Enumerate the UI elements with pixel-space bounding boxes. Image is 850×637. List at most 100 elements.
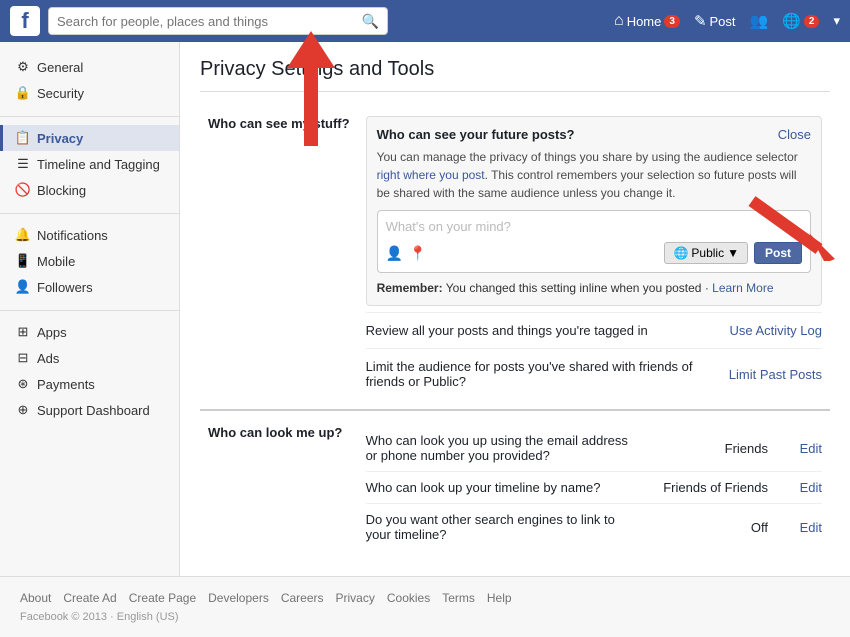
dropdown-icon [833,13,840,29]
section1-content: Who can see your future posts? Close You… [358,106,830,410]
section1-row: Who can see my stuff? [200,106,830,410]
main-container: ⚙ General 🔒 Security 📋 Privacy ☰ Timelin… [0,42,850,576]
audience-selector-button[interactable]: 🌐 Public ▼ [664,242,748,264]
tag-icon: 👤 [386,245,403,262]
sidebar-item-notifications[interactable]: 🔔 Notifications [0,222,179,248]
who-row-name-val: Friends of Friends [648,480,768,495]
post-button[interactable]: Post [694,12,736,30]
home-badge: 3 [664,15,680,28]
sidebar-item-support[interactable]: ⊕ Support Dashboard [0,397,179,423]
sidebar-label-mobile: Mobile [37,254,75,269]
composer-placeholder: What's on your mind? [386,219,802,234]
sidebar-item-timeline[interactable]: ☰ Timeline and Tagging [0,151,179,177]
bell-icon: 🔔 [15,227,31,243]
sidebar-label-support: Support Dashboard [37,403,150,418]
review-row-limit: Limit the audience for posts you've shar… [366,348,822,399]
sidebar-group-apps: ⊞ Apps ⊟ Ads ⊛ Payments ⊕ Support Dashbo… [0,319,179,423]
sidebar-label-security: Security [37,86,84,101]
top-navigation: f 🔍 Home 3 Post 2 [0,0,850,42]
sidebar-item-payments[interactable]: ⊛ Payments [0,371,179,397]
remember-body: You changed this setting inline when you… [446,281,712,295]
ads-icon: ⊟ [15,350,31,366]
globe-small-icon: 🌐 [673,246,688,260]
globe-button[interactable]: 2 [782,12,819,30]
who-row-email: Who can look you up using the email addr… [366,425,822,471]
content-area: Privacy Settings and Tools Who can see m… [180,42,850,576]
sidebar-item-ads[interactable]: ⊟ Ads [0,345,179,371]
learn-more-link[interactable]: Learn More [712,281,773,295]
sidebar-label-ads: Ads [37,351,59,366]
footer-terms[interactable]: Terms [442,591,475,605]
sidebar-item-blocking[interactable]: 🚫 Blocking [0,177,179,203]
sidebar-item-general[interactable]: ⚙ General [0,54,179,80]
sidebar-label-payments: Payments [37,377,95,392]
mobile-icon: 📱 [15,253,31,269]
section2-row: Who can look me up? Who can look you up … [200,410,830,560]
right-where-link[interactable]: right where you post [377,168,485,182]
close-link[interactable]: Close [778,127,811,142]
dropdown-arrow[interactable] [833,13,840,29]
red-arrow-up [271,26,351,156]
sidebar-group-account: ⚙ General 🔒 Security [0,54,179,106]
sidebar-item-apps[interactable]: ⊞ Apps [0,319,179,345]
who-row-search-edit[interactable]: Edit [794,520,822,535]
composer-icons: 👤 📍 [386,245,427,262]
who-row-name: Who can look up your timeline by name? F… [366,471,822,503]
who-row-name-edit[interactable]: Edit [794,480,822,495]
sidebar-item-mobile[interactable]: 📱 Mobile [0,248,179,274]
footer-about[interactable]: About [20,591,51,605]
limit-past-posts-link[interactable]: Limit Past Posts [729,367,822,382]
sidebar-group-privacy: 📋 Privacy ☰ Timeline and Tagging 🚫 Block… [0,125,179,203]
red-arrow-right [747,191,837,261]
footer-createad[interactable]: Create Ad [63,591,116,605]
sidebar-item-followers[interactable]: 👤 Followers [0,274,179,300]
sidebar-group-notifications: 🔔 Notifications 📱 Mobile 👤 Followers [0,222,179,300]
footer: About Create Ad Create Page Developers C… [0,576,850,637]
sidebar-label-privacy: Privacy [37,131,83,146]
globe-badge: 2 [804,15,820,28]
support-icon: ⊕ [15,402,31,418]
footer-help[interactable]: Help [487,591,512,605]
footer-developers[interactable]: Developers [208,591,269,605]
facebook-logo[interactable]: f [10,6,40,36]
who-row-name-q: Who can look up your timeline by name? [366,480,642,495]
section2-label: Who can look me up? [200,410,358,560]
search-icon: 🔍 [362,13,379,30]
footer-links: About Create Ad Create Page Developers C… [20,591,830,605]
footer-careers[interactable]: Careers [281,591,324,605]
sidebar-item-security[interactable]: 🔒 Security [0,80,179,106]
sidebar: ⚙ General 🔒 Security 📋 Privacy ☰ Timelin… [0,42,180,576]
footer-createpage[interactable]: Create Page [129,591,196,605]
sidebar-item-privacy[interactable]: 📋 Privacy [0,125,179,151]
section2-content: Who can look you up using the email addr… [358,410,830,560]
future-posts-desc: You can manage the privacy of things you… [377,148,811,202]
home-button[interactable]: Home 3 [614,12,680,30]
who-row-email-q: Who can look you up using the email addr… [366,433,642,463]
sidebar-label-timeline: Timeline and Tagging [37,157,160,172]
location-icon: 📍 [409,245,426,262]
who-row-email-edit[interactable]: Edit [794,441,822,456]
footer-privacy[interactable]: Privacy [336,591,375,605]
payments-icon: ⊛ [15,376,31,392]
composer-footer: 👤 📍 🌐 Public ▼ Post [386,242,802,264]
review-limit-text: Limit the audience for posts you've shar… [366,359,729,389]
activity-log-link[interactable]: Use Activity Log [730,323,823,338]
block-icon: 🚫 [15,182,31,198]
who-row-email-val: Friends [648,441,768,456]
globe-icon [782,12,801,30]
post-composer: What's on your mind? 👤 📍 🌐 [377,210,811,273]
post-label: Post [710,14,736,29]
remember-text: Remember: You changed this setting inlin… [377,281,811,295]
sidebar-label-general: General [37,60,83,75]
footer-cookies[interactable]: Cookies [387,591,430,605]
edit-icon [694,12,707,30]
home-icon [614,12,624,30]
topnav-right-icons: Home 3 Post 2 [614,12,840,30]
who-row-search-val: Off [648,520,768,535]
who-row-search: Do you want other search engines to link… [366,503,822,550]
sidebar-label-apps: Apps [37,325,67,340]
timeline-icon: ☰ [15,156,31,172]
sidebar-label-followers: Followers [37,280,93,295]
home-label: Home [627,14,662,29]
friends-icon-button[interactable] [750,12,769,30]
